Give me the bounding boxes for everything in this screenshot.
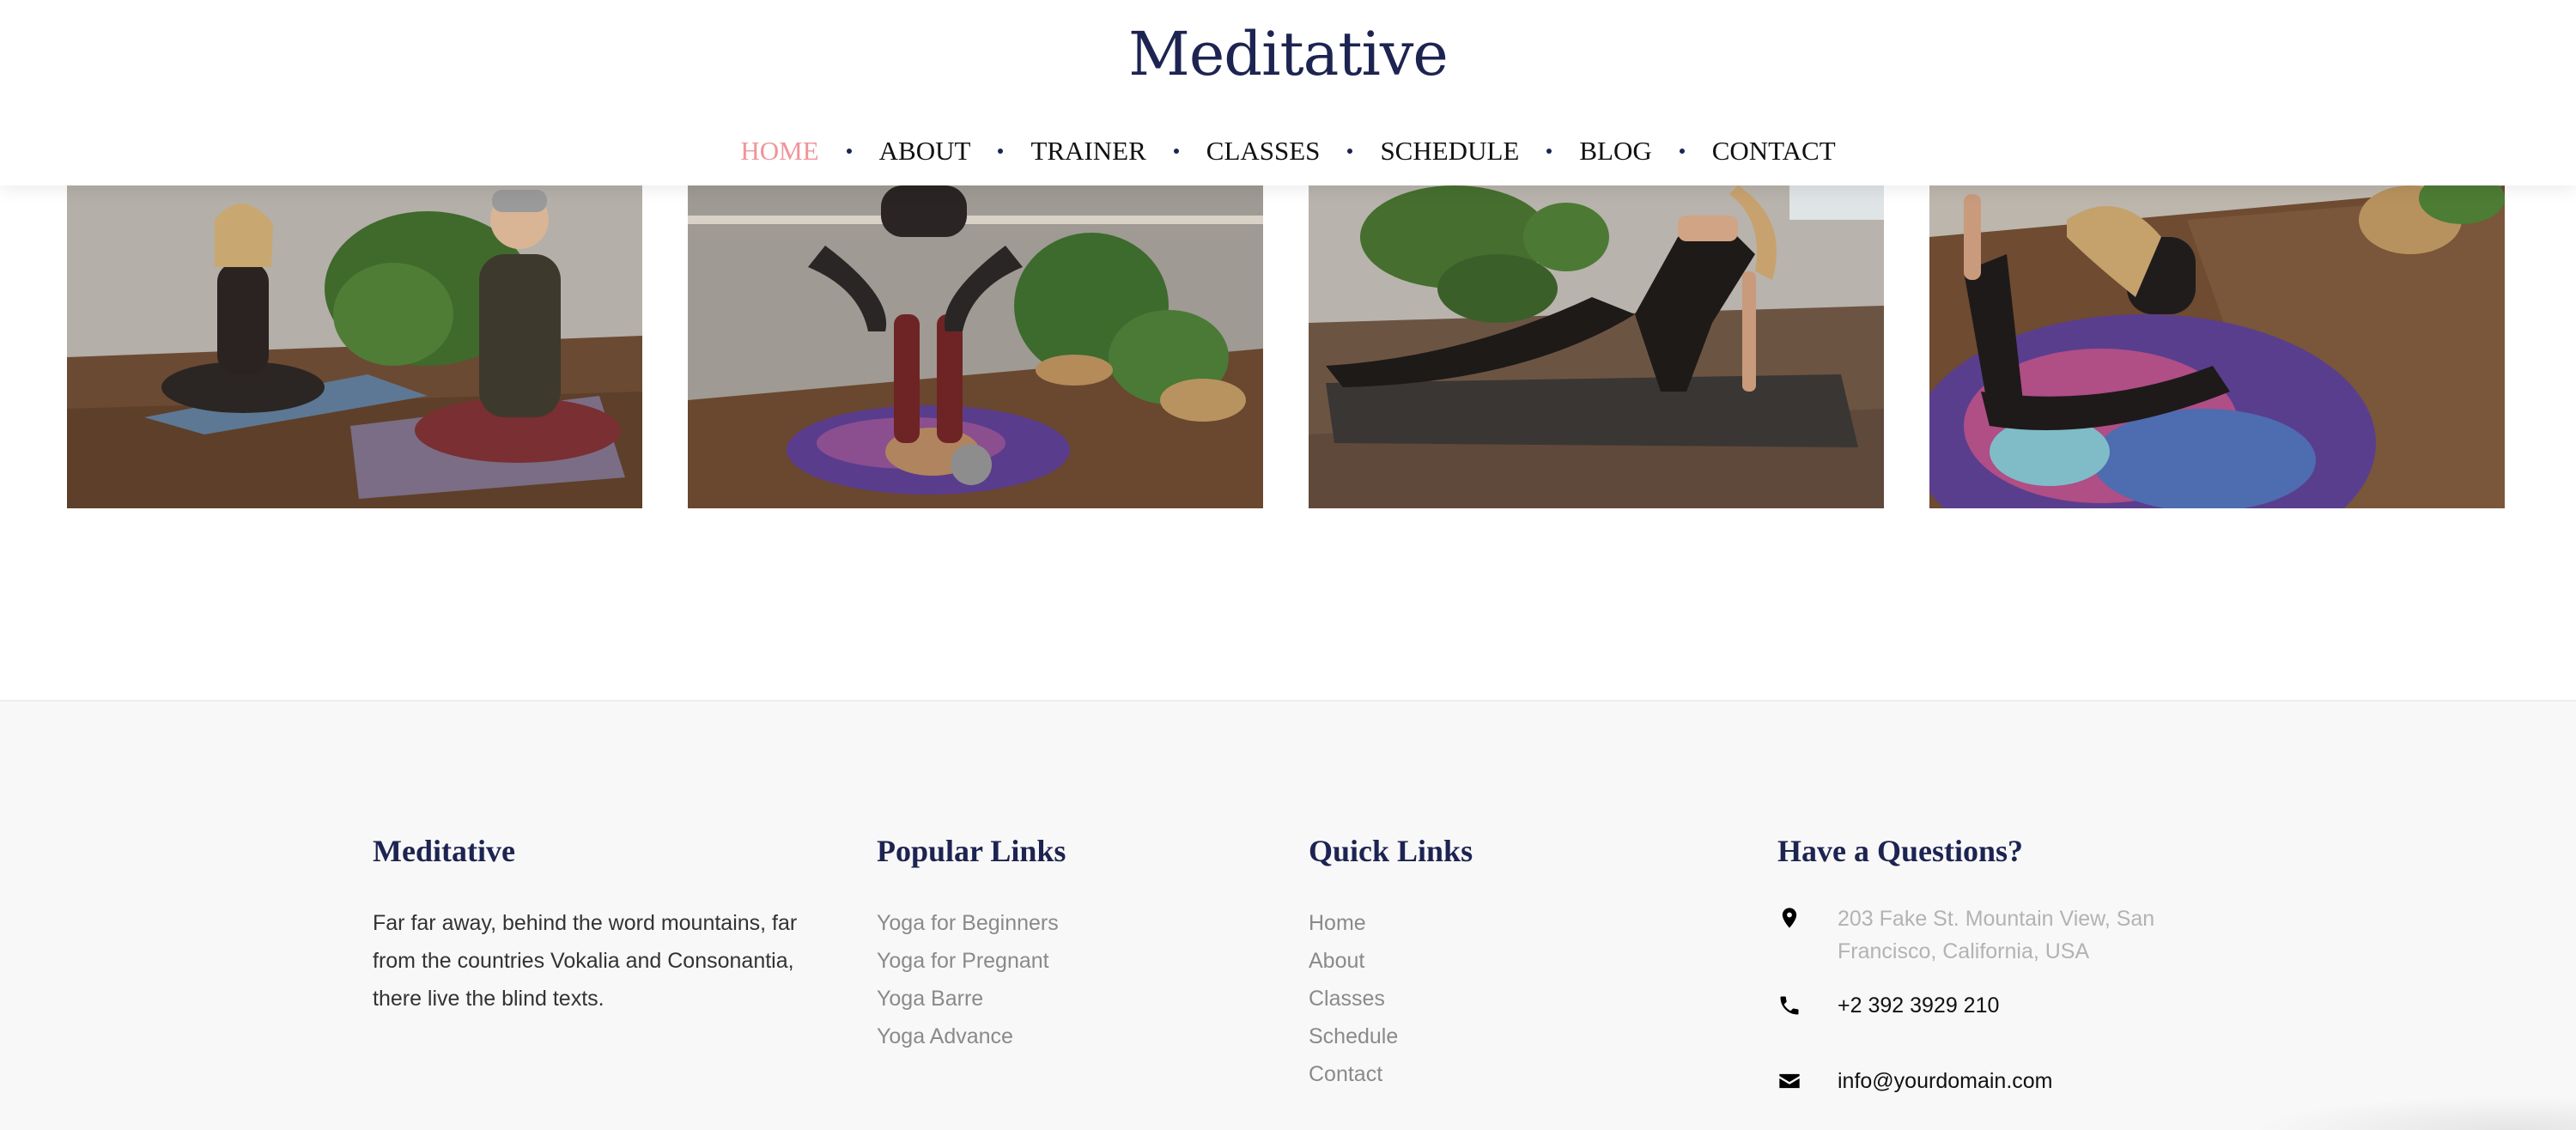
contact-title: Have a Questions? — [1777, 834, 2024, 868]
gallery-photo-lunge-pose[interactable] — [1309, 185, 1884, 508]
site-footer: Meditative Far far away, behind the word… — [0, 700, 2576, 1130]
nav-separator — [1173, 149, 1179, 154]
map-marker-icon — [1782, 908, 1797, 928]
nav-schedule[interactable]: SCHEDULE — [1380, 136, 1519, 167]
gallery-photo-kneeling-pose[interactable] — [1929, 185, 2505, 508]
link-yoga-for-pregnant[interactable]: Yoga for Pregnant — [877, 949, 1049, 973]
quick-link-contact[interactable]: Contact — [1309, 1062, 1382, 1086]
phone-icon — [1780, 996, 1799, 1015]
quick-link-about[interactable]: About — [1309, 949, 1364, 973]
nav-separator — [1679, 149, 1685, 154]
site-logo[interactable]: Meditative — [0, 19, 2576, 89]
quick-link-schedule[interactable]: Schedule — [1309, 1024, 1398, 1048]
floating-widget-shadow — [2250, 1096, 2576, 1130]
popular-links-title: Popular Links — [877, 834, 1066, 868]
gallery-photo-acro-yoga[interactable] — [688, 185, 1263, 508]
quick-link-classes[interactable]: Classes — [1309, 987, 1385, 1011]
quick-link-home[interactable]: Home — [1309, 911, 1366, 935]
gallery-photo-meditation-pair[interactable] — [67, 185, 642, 508]
footer-quick-links: Quick Links Home About Classes Schedule … — [1309, 832, 1652, 1093]
footer-about-title: Meditative — [373, 834, 515, 868]
link-yoga-advance[interactable]: Yoga Advance — [877, 1024, 1013, 1048]
site-header: Meditative HOME ABOUT TRAINER CLASSES SC… — [0, 0, 2576, 185]
nav-separator — [1347, 149, 1353, 154]
nav-classes[interactable]: CLASSES — [1206, 136, 1321, 167]
nav-home[interactable]: HOME — [740, 136, 818, 167]
envelope-icon — [1779, 1073, 1800, 1089]
quick-links-title: Quick Links — [1309, 834, 1473, 868]
nav-contact[interactable]: CONTACT — [1712, 136, 1836, 167]
contact-email-text: info@yourdomain.com — [1838, 1069, 2053, 1093]
main-nav: HOME ABOUT TRAINER CLASSES SCHEDULE BLOG… — [0, 132, 2576, 170]
nav-separator — [846, 149, 852, 154]
nav-trainer[interactable]: TRAINER — [1030, 136, 1145, 167]
contact-phone[interactable]: +2 392 3929 210 — [1777, 990, 2293, 1021]
footer-contact: Have a Questions? 203 Fake St. Mountain … — [1777, 832, 2293, 1097]
contact-phone-text: +2 392 3929 210 — [1838, 993, 2000, 1018]
nav-separator — [1546, 149, 1552, 154]
contact-email[interactable]: info@yourdomain.com — [1777, 1066, 2293, 1097]
footer-about: Meditative Far far away, behind the word… — [373, 832, 802, 1018]
footer-popular-links: Popular Links Yoga for Beginners Yoga fo… — [877, 832, 1220, 1055]
nav-blog[interactable]: BLOG — [1579, 136, 1651, 167]
link-yoga-barre[interactable]: Yoga Barre — [877, 987, 983, 1011]
nav-about[interactable]: ABOUT — [879, 136, 971, 167]
link-yoga-for-beginners[interactable]: Yoga for Beginners — [877, 911, 1059, 935]
nav-separator — [998, 149, 1004, 154]
contact-address: 203 Fake St. Mountain View, San Francisc… — [1777, 902, 2181, 968]
footer-about-text: Far far away, behind the word mountains,… — [373, 911, 798, 1011]
contact-address-text: 203 Fake St. Mountain View, San Francisc… — [1838, 907, 2155, 963]
